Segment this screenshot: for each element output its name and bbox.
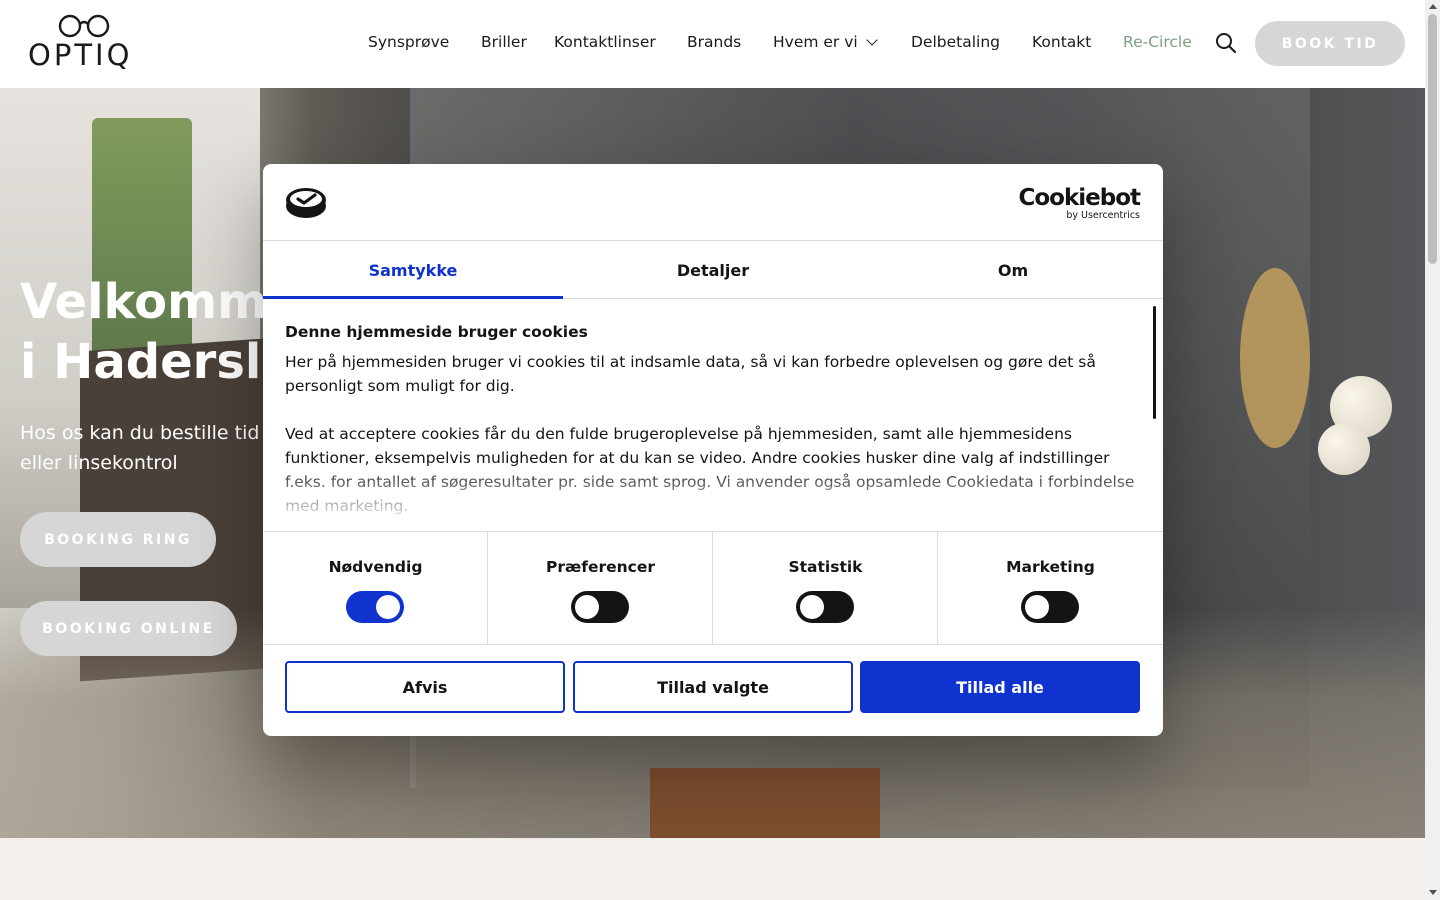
body-fade-overlay — [263, 464, 1143, 532]
nav-briller[interactable]: Briller — [481, 33, 527, 51]
toggle-label: Præferencer — [545, 558, 656, 576]
cookie-logo-icon — [286, 188, 326, 218]
site-header: OPTIQ Synsprøve Briller Kontaktlinser Br… — [0, 0, 1425, 88]
scroll-down-arrow-icon[interactable] — [1429, 890, 1437, 895]
toggle-label: Marketing — [1006, 558, 1095, 576]
marketing-switch[interactable] — [1021, 591, 1079, 623]
booking-ring-button[interactable]: BOOKING RING — [20, 512, 216, 567]
search-icon[interactable] — [1215, 32, 1237, 54]
cookiebot-logo[interactable]: Cookiebot by Usercentrics — [1018, 185, 1141, 221]
toggle-statistics: Statistik — [713, 532, 938, 645]
consent-paragraph-1: Her på hjemmesiden bruger vi cookies til… — [285, 353, 1096, 395]
nav-synsprove[interactable]: Synsprøve — [368, 33, 449, 51]
scroll-up-arrow-icon[interactable] — [1429, 4, 1437, 9]
allow-all-button[interactable]: Tillad alle — [860, 661, 1140, 713]
switch-knob — [1025, 595, 1049, 619]
hero-background-lamp — [1318, 423, 1370, 475]
optiq-logo[interactable]: OPTIQ — [28, 14, 140, 72]
switch-knob — [800, 595, 824, 619]
active-tab-indicator — [263, 296, 563, 299]
consent-toggles: Nødvendig Præferencer Statistik Marketin… — [263, 531, 1163, 645]
toggle-marketing: Marketing — [938, 532, 1163, 645]
nav-kontaktlinser[interactable]: Kontaktlinser — [554, 33, 656, 51]
nav-brands[interactable]: Brands — [687, 33, 741, 51]
page-scrollbar[interactable] — [1425, 0, 1440, 900]
preferences-switch[interactable] — [571, 591, 629, 623]
cookie-consent-dialog: Cookiebot by Usercentrics Samtykke Detal… — [263, 164, 1163, 736]
hero-background-planter — [650, 768, 880, 838]
nav-kontakt[interactable]: Kontakt — [1032, 33, 1091, 51]
toggle-preferences: Præferencer — [488, 532, 713, 645]
hero-subtitle: Hos os kan du bestille tid eller linseko… — [20, 422, 260, 474]
nav-re-circle[interactable]: Re-Circle — [1123, 33, 1192, 51]
nav-hvem-er-vi-label: Hvem er vi — [773, 33, 858, 51]
nav-delbetaling[interactable]: Delbetaling — [911, 33, 1000, 51]
cookiebot-by: by Usercentrics — [1066, 210, 1140, 221]
scroll-thumb[interactable] — [1428, 14, 1437, 264]
body-scrollbar[interactable] — [1153, 306, 1156, 419]
toggle-label: Statistik — [788, 558, 863, 576]
tab-detaljer[interactable]: Detaljer — [563, 242, 863, 299]
toggle-necessary: Nødvendig — [263, 532, 488, 645]
toggle-label: Nødvendig — [328, 558, 423, 576]
glasses-icon — [58, 14, 110, 38]
tab-om[interactable]: Om — [863, 242, 1163, 299]
necessary-switch[interactable] — [346, 591, 404, 623]
booking-online-button[interactable]: BOOKING ONLINE — [20, 601, 237, 656]
cookiebot-name: Cookiebot — [1018, 185, 1141, 211]
chevron-down-icon — [866, 34, 878, 46]
tab-samtykke[interactable]: Samtykke — [263, 242, 563, 299]
deny-button[interactable]: Afvis — [285, 661, 565, 713]
hero-background-mirror — [1240, 268, 1310, 448]
dialog-header: Cookiebot by Usercentrics — [263, 164, 1163, 241]
statistics-switch[interactable] — [796, 591, 854, 623]
switch-knob — [575, 595, 599, 619]
allow-selected-button[interactable]: Tillad valgte — [573, 661, 853, 713]
nav-hvem-er-vi[interactable]: Hvem er vi — [773, 33, 878, 51]
book-tid-button[interactable]: BOOK TID — [1255, 21, 1405, 66]
switch-knob — [376, 595, 400, 619]
consent-heading: Denne hjemmeside bruger cookies — [285, 323, 588, 341]
logo-text: OPTIQ — [28, 38, 133, 72]
consent-tabs: Samtykke Detaljer Om — [263, 242, 1163, 299]
